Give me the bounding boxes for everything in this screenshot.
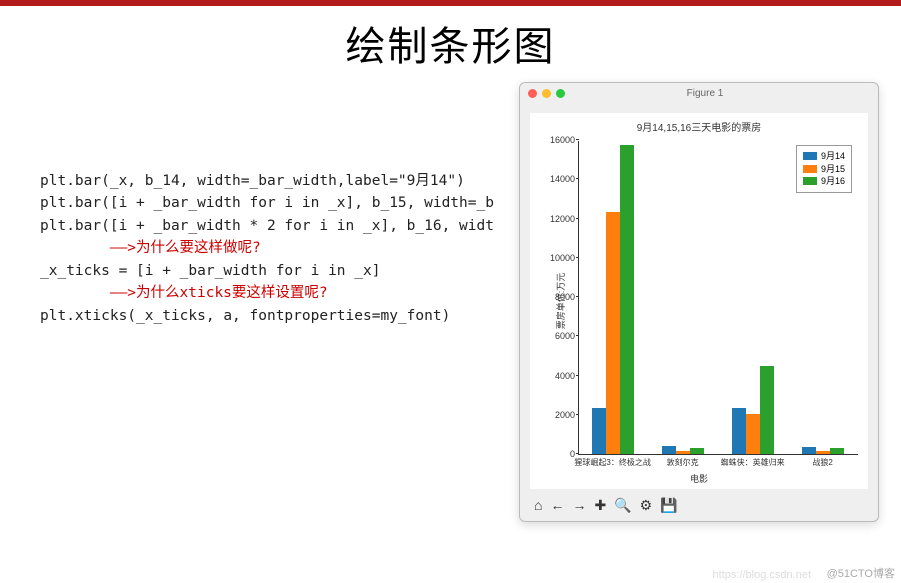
configure-icon[interactable]: ⚙ xyxy=(640,497,653,514)
code-line-1: plt.bar(_x, b_14, width=_bar_width,label… xyxy=(40,173,465,189)
matplotlib-toolbar: ⌂ ← → ✚ 🔍 ⚙ 💾 xyxy=(530,493,868,517)
bar xyxy=(592,408,606,454)
bar xyxy=(830,448,844,454)
window-title: Figure 1 xyxy=(540,88,870,99)
y-tick-label: 12000 xyxy=(541,214,575,224)
y-tick-label: 2000 xyxy=(541,410,575,420)
legend-swatch xyxy=(803,152,817,160)
close-icon[interactable] xyxy=(528,89,537,98)
legend-label: 9月16 xyxy=(821,175,845,188)
bar xyxy=(816,451,830,454)
legend-label: 9月14 xyxy=(821,150,845,163)
x-tick-label: 猩球崛起3：终极之战 xyxy=(574,457,650,468)
y-tick-label: 14000 xyxy=(541,174,575,184)
code-line-5: _x_ticks = [i + _bar_width for i in _x] xyxy=(40,263,380,279)
bar xyxy=(732,408,746,454)
legend-item: 9月15 xyxy=(803,163,845,176)
bar xyxy=(746,414,760,454)
code-comment-1: ——>为什么要这样做呢? xyxy=(40,240,261,256)
code-line-2: plt.bar([i + _bar_width for i in _x], b_… xyxy=(40,195,494,211)
y-tick-label: 16000 xyxy=(541,135,575,145)
y-tick-label: 0 xyxy=(541,449,575,459)
legend-label: 9月15 xyxy=(821,163,845,176)
code-comment-2: ——>为什么xticks要这样设置呢? xyxy=(40,285,328,301)
home-icon[interactable]: ⌂ xyxy=(534,497,542,513)
x-tick-label: 蜘蛛侠：英雄归来 xyxy=(721,457,785,468)
legend-swatch xyxy=(803,165,817,173)
x-axis-label: 电影 xyxy=(690,472,708,485)
zoom-icon[interactable]: 🔍 xyxy=(614,497,631,514)
y-tick-label: 4000 xyxy=(541,371,575,381)
chart-legend: 9月149月159月16 xyxy=(796,145,852,193)
y-tick-label: 10000 xyxy=(541,253,575,263)
bar xyxy=(676,451,690,454)
y-tick-label: 8000 xyxy=(541,292,575,302)
plot-canvas: 9月14,15,16三天电影的票房 票房单位:万元 电影 9月149月159月1… xyxy=(530,113,868,489)
legend-swatch xyxy=(803,177,817,185)
x-tick-label: 战狼2 xyxy=(812,457,832,468)
chart-title: 9月14,15,16三天电影的票房 xyxy=(530,113,868,134)
bar xyxy=(606,212,620,455)
forward-icon[interactable]: → xyxy=(572,497,586,513)
top-accent-bar xyxy=(0,0,901,6)
watermark: @51CTO博客 xyxy=(827,565,895,581)
back-icon[interactable]: ← xyxy=(550,497,564,513)
bar xyxy=(760,366,774,454)
chart-axes: 9月149月159月16 020004000600080001000012000… xyxy=(578,141,858,455)
bar xyxy=(690,448,704,454)
legend-item: 9月16 xyxy=(803,175,845,188)
code-block: plt.bar(_x, b_14, width=_bar_width,label… xyxy=(0,80,518,583)
watermark-url: https://blog.csdn.net xyxy=(713,569,811,581)
code-line-7: plt.xticks(_x_ticks, a, fontproperties=m… xyxy=(40,308,450,324)
save-icon[interactable]: 💾 xyxy=(660,497,677,514)
x-tick-label: 敦刻尔克 xyxy=(667,457,699,468)
bar xyxy=(620,145,634,454)
bar xyxy=(662,446,676,454)
pan-icon[interactable]: ✚ xyxy=(594,497,606,514)
bar xyxy=(802,447,816,454)
y-tick-label: 6000 xyxy=(541,331,575,341)
window-titlebar: Figure 1 xyxy=(520,83,878,103)
code-line-3: plt.bar([i + _bar_width * 2 for i in _x]… xyxy=(40,218,494,234)
legend-item: 9月14 xyxy=(803,150,845,163)
page-title: 绘制条形图 xyxy=(0,14,901,72)
matplotlib-window: Figure 1 9月14,15,16三天电影的票房 票房单位:万元 电影 9月… xyxy=(519,82,879,522)
